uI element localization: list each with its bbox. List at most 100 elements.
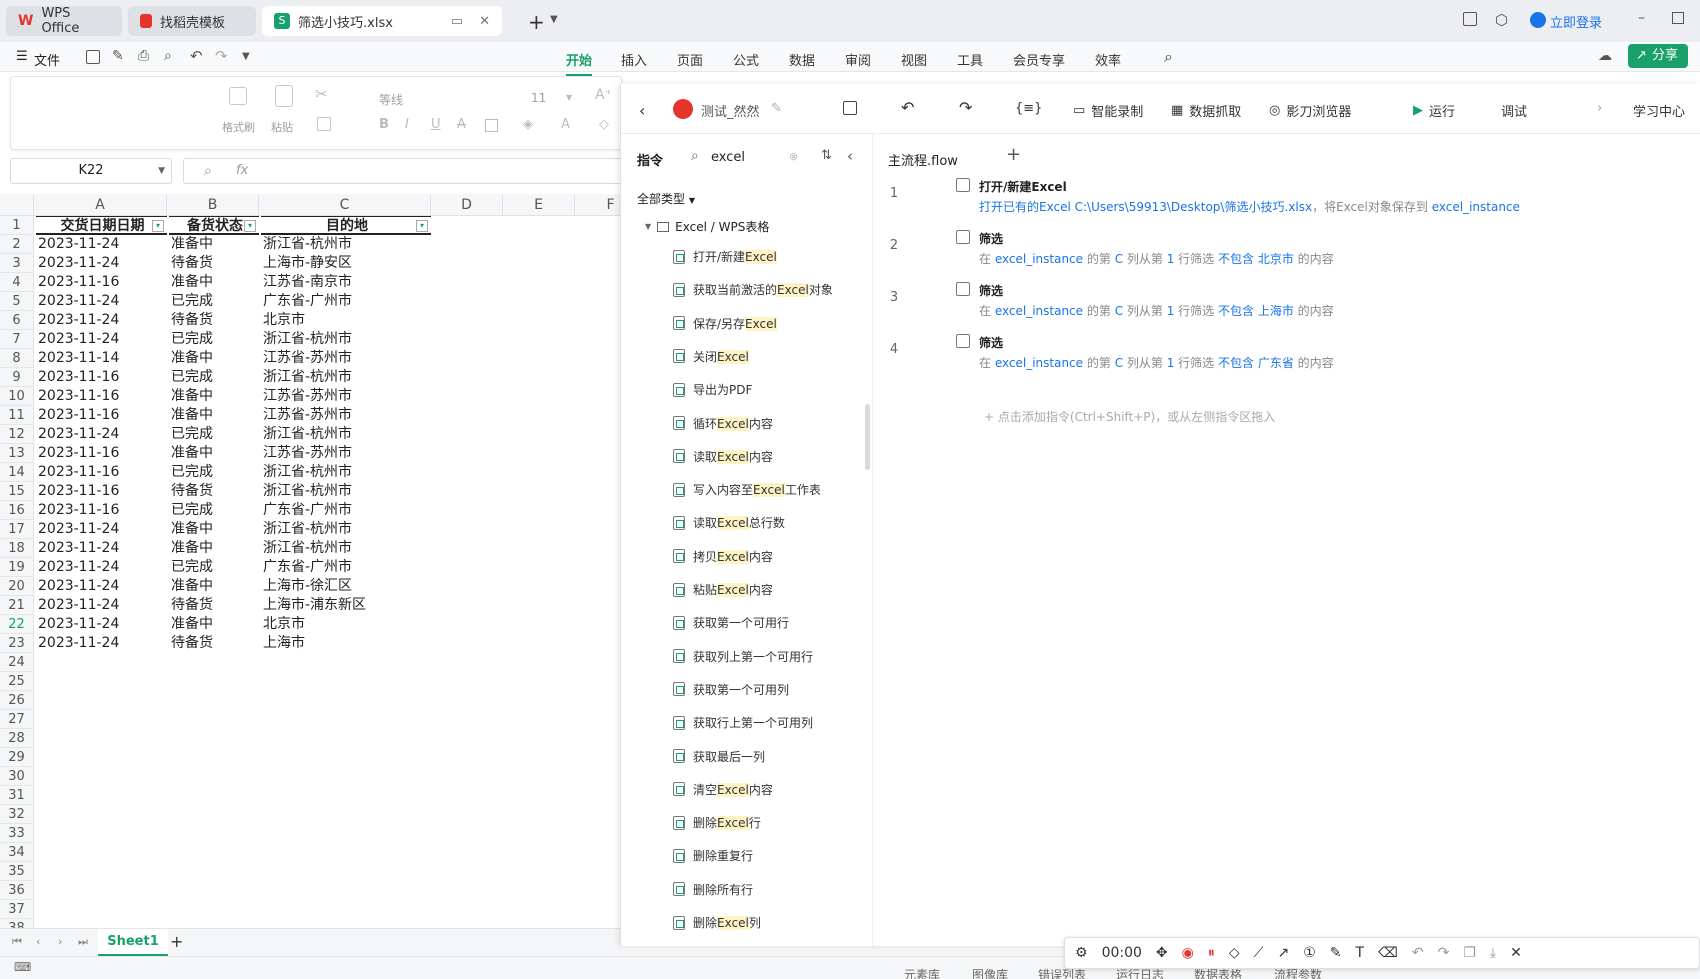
all-types-filter[interactable]: 全部类型 ▼ bbox=[637, 190, 695, 207]
underline-icon[interactable]: U bbox=[431, 117, 441, 132]
row-header[interactable]: 24 bbox=[0, 653, 34, 672]
col-header-b[interactable]: B bbox=[167, 194, 259, 216]
paste-label[interactable]: 粘贴 bbox=[271, 119, 293, 135]
tab-workbook[interactable]: S 筛选小技巧.xlsx ▭ ✕ bbox=[262, 6, 502, 36]
border-icon[interactable] bbox=[485, 119, 498, 132]
cut-icon[interactable]: ✂ bbox=[315, 85, 328, 103]
row-header[interactable]: 32 bbox=[0, 805, 34, 824]
step-param[interactable]: C bbox=[1115, 304, 1123, 318]
command-item[interactable]: 导出为PDF bbox=[673, 381, 752, 398]
row-header[interactable]: 23 bbox=[0, 634, 34, 653]
menu-page[interactable]: 页面 bbox=[677, 50, 703, 69]
col-header-e[interactable]: E bbox=[503, 194, 575, 216]
paste-icon[interactable] bbox=[275, 85, 293, 107]
table-cell[interactable]: 北京市 bbox=[261, 615, 431, 634]
row-header[interactable]: 30 bbox=[0, 767, 34, 786]
scrollbar[interactable] bbox=[865, 404, 870, 470]
step-param[interactable]: 不包含 上海市 bbox=[1218, 304, 1294, 318]
filter-dropdown-icon[interactable]: ▾ bbox=[152, 220, 164, 232]
close-tab-icon[interactable]: ✕ bbox=[479, 14, 490, 29]
row-header[interactable]: 8 bbox=[0, 349, 34, 368]
table-cell[interactable]: 浙江省-杭州市 bbox=[261, 235, 431, 254]
pause-icon[interactable]: ⏸ bbox=[1208, 945, 1215, 961]
font-color-icon[interactable]: A bbox=[561, 117, 570, 132]
row-header[interactable]: 38 bbox=[0, 919, 34, 928]
table-cell[interactable]: 准备中 bbox=[169, 387, 259, 406]
table-cell[interactable]: 上海市-静安区 bbox=[261, 254, 431, 273]
table-cell[interactable]: 上海市-徐汇区 bbox=[261, 577, 431, 596]
fx-icon[interactable]: fx bbox=[236, 163, 248, 178]
save-icon[interactable] bbox=[843, 101, 857, 115]
shape-icon[interactable]: ◇ bbox=[1229, 945, 1240, 961]
new-tab-icon[interactable]: + bbox=[528, 10, 545, 34]
table-cell[interactable]: 2023-11-24 bbox=[36, 634, 167, 653]
table-cell[interactable]: 江苏省-苏州市 bbox=[261, 349, 431, 368]
maximize-icon[interactable] bbox=[1672, 12, 1684, 24]
row-header[interactable]: 21 bbox=[0, 596, 34, 615]
row-header[interactable]: 36 bbox=[0, 881, 34, 900]
tab-wps-office[interactable]: W WPS Office bbox=[6, 6, 122, 36]
table-cell[interactable]: 待备货 bbox=[169, 634, 259, 653]
col-header-a[interactable]: A bbox=[34, 194, 167, 216]
browser-button[interactable]: ◎ 影刀浏览器 bbox=[1269, 101, 1351, 120]
table-cell[interactable]: 2023-11-24 bbox=[36, 425, 167, 444]
command-item[interactable]: 拷贝Excel内容 bbox=[673, 548, 773, 565]
menu-data[interactable]: 数据 bbox=[789, 50, 815, 69]
table-cell[interactable]: 已完成 bbox=[169, 463, 259, 482]
menu-tools[interactable]: 工具 bbox=[957, 50, 983, 69]
command-item[interactable]: 读取Excel内容 bbox=[673, 448, 773, 465]
flow-tab[interactable]: 主流程.flow bbox=[888, 150, 958, 169]
strike-icon[interactable]: A bbox=[457, 117, 466, 132]
move-icon[interactable]: ✥ bbox=[1156, 945, 1168, 961]
menu-formula[interactable]: 公式 bbox=[733, 50, 759, 69]
row-header[interactable]: 14 bbox=[0, 463, 34, 482]
row-header[interactable]: 20 bbox=[0, 577, 34, 596]
command-item[interactable]: 获取行上第一个可用列 bbox=[673, 714, 813, 731]
command-item[interactable]: 删除重复行 bbox=[673, 847, 753, 864]
run-button[interactable]: ▶ 运行 bbox=[1413, 101, 1455, 120]
row-header[interactable]: 18 bbox=[0, 539, 34, 558]
table-cell[interactable]: 浙江省-杭州市 bbox=[261, 463, 431, 482]
header-cell[interactable]: 目的地 bbox=[261, 216, 431, 235]
menu-vip[interactable]: 会员专享 bbox=[1013, 50, 1065, 69]
row-header[interactable]: 26 bbox=[0, 691, 34, 710]
macro-icon[interactable]: ⌨ bbox=[14, 960, 31, 974]
row-header[interactable]: 27 bbox=[0, 710, 34, 729]
tab-template[interactable]: 找稻壳模板 bbox=[128, 6, 256, 36]
command-item[interactable]: 清空Excel内容 bbox=[673, 781, 773, 798]
flow-step[interactable]: 4 筛选在 excel_instance 的第 C 列从第 1 行筛选 不包含 广… bbox=[874, 334, 1674, 390]
step-param[interactable]: 不包含 北京市 bbox=[1218, 252, 1294, 266]
smart-record-button[interactable]: ▭ 智能录制 bbox=[1073, 101, 1143, 120]
monitor-icon[interactable]: ▭ bbox=[451, 14, 463, 29]
table-cell[interactable]: 2023-11-24 bbox=[36, 254, 167, 273]
text-icon[interactable]: T bbox=[1356, 945, 1365, 961]
redo-icon[interactable]: ↷ bbox=[1438, 945, 1450, 961]
undo-icon[interactable]: ↶ bbox=[190, 47, 203, 65]
filter-dropdown-icon[interactable]: ▾ bbox=[244, 220, 256, 232]
table-cell[interactable]: 2023-11-16 bbox=[36, 406, 167, 425]
row-header[interactable]: 13 bbox=[0, 444, 34, 463]
table-cell[interactable]: 江苏省-苏州市 bbox=[261, 387, 431, 406]
add-command-hint[interactable]: + 点击添加指令(Ctrl+Shift+P)，或从左侧指令区拖入 bbox=[984, 408, 1275, 425]
table-cell[interactable]: 广东省-广州市 bbox=[261, 292, 431, 311]
table-cell[interactable]: 准备中 bbox=[169, 235, 259, 254]
cloud-icon[interactable]: ☁ bbox=[1598, 48, 1612, 64]
command-item[interactable]: 循环Excel内容 bbox=[673, 415, 773, 432]
col-header-c[interactable]: C bbox=[259, 194, 431, 216]
close-icon[interactable]: ✕ bbox=[1510, 945, 1522, 961]
hamburger-icon[interactable]: ☰ bbox=[16, 49, 28, 64]
flow-step[interactable]: 1 打开/新建Excel 打开已有的Excel C:\Users\59913\Des… bbox=[874, 178, 1674, 234]
step-param[interactable]: C bbox=[1115, 356, 1123, 370]
row-header[interactable]: 7 bbox=[0, 330, 34, 349]
table-cell[interactable]: 准备中 bbox=[169, 273, 259, 292]
command-item[interactable]: 获取第一个可用行 bbox=[673, 614, 789, 631]
redo-icon[interactable]: ↷ bbox=[215, 47, 228, 65]
add-sheet-icon[interactable]: + bbox=[170, 932, 183, 951]
row-header[interactable]: 10 bbox=[0, 387, 34, 406]
col-header-d[interactable]: D bbox=[431, 194, 503, 216]
project-name[interactable]: 测试_然然 bbox=[701, 101, 760, 120]
undo-icon[interactable]: ↶ bbox=[1412, 945, 1424, 961]
search-icon[interactable]: ⌕ bbox=[1164, 47, 1173, 67]
minimize-icon[interactable]: – bbox=[1638, 10, 1645, 26]
menu-home[interactable]: 开始 bbox=[566, 50, 593, 76]
